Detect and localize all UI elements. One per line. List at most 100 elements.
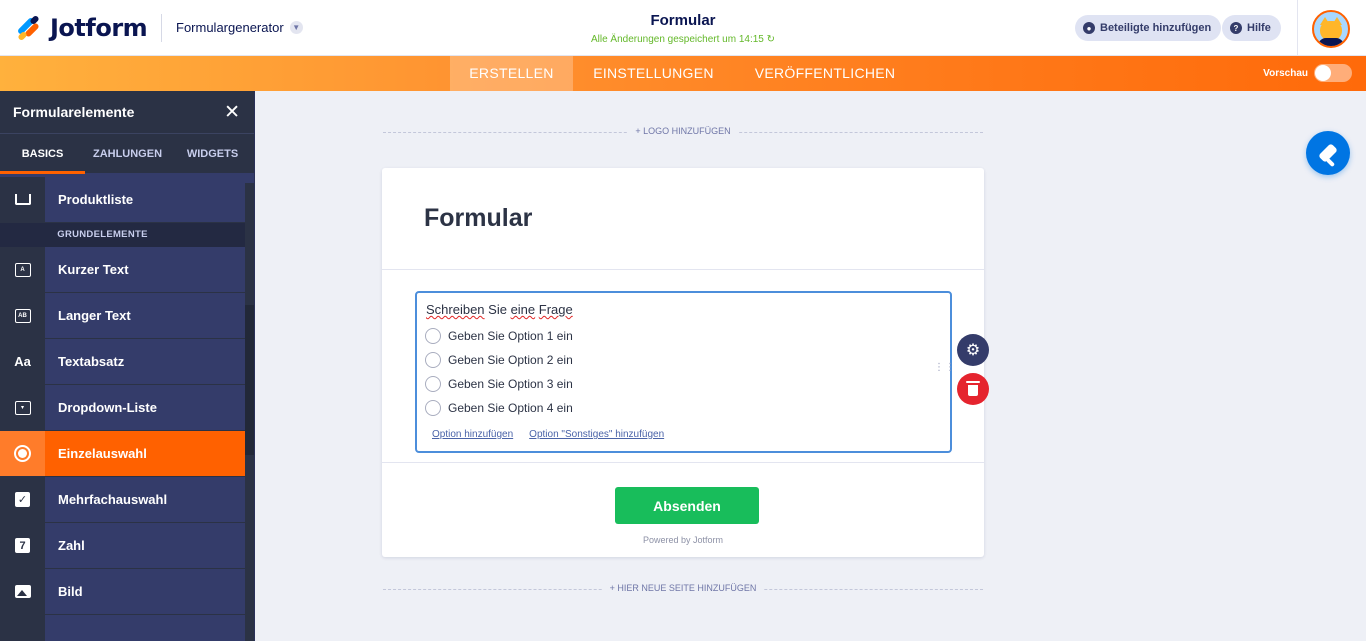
tab-basics[interactable]: BASICS (0, 134, 85, 174)
preview-toggle-area: Vorschau (1263, 64, 1352, 82)
panel-scrollbar[interactable] (245, 183, 254, 641)
divider (382, 462, 984, 463)
question-text[interactable]: Schreiben Sie eine Frage (426, 302, 573, 317)
form-card: Formular Schreiben Sie eine Frage Geben … (382, 168, 984, 557)
panel-tabs: BASICS ZAHLUNGEN WIDGETS (0, 133, 254, 174)
radio-option[interactable]: Geben Sie Option 3 ein (425, 376, 573, 392)
element-list: Produktliste GRUNDELEMENTE A Kurzer Text… (0, 177, 245, 641)
chevron-down-icon: ▼ (289, 21, 303, 34)
element-item-paragraph[interactable]: Aa Textabsatz (0, 339, 245, 385)
delete-button[interactable] (957, 373, 989, 405)
option-text[interactable]: Geben Sie Option 4 ein (448, 401, 573, 415)
element-label: Textabsatz (58, 354, 125, 369)
checkbox-icon: ✓ (15, 492, 30, 507)
tab-payments[interactable]: ZAHLUNGEN (85, 134, 170, 174)
option-links: Option hinzufügen Option "Sonstiges" hin… (432, 429, 664, 440)
paragraph-icon: Aa (14, 354, 31, 369)
refresh-icon: ↻ (766, 34, 776, 45)
short-text-icon: A (14, 262, 31, 277)
element-item-multiple-choice[interactable]: ✓ Mehrfachauswahl (0, 477, 245, 523)
radio-button[interactable] (425, 400, 441, 416)
element-item-long-text[interactable]: AB Langer Text (0, 293, 245, 339)
divider (161, 14, 162, 42)
number-icon: 7 (15, 538, 30, 553)
image-icon (14, 585, 31, 598)
brand-name: Jotform (50, 14, 148, 42)
preview-toggle[interactable] (1314, 64, 1352, 82)
element-label: Produktliste (58, 192, 134, 207)
panel-header: Formularelemente ✕ (0, 91, 254, 133)
element-label: Bild (58, 584, 83, 599)
element-item-dropdown[interactable]: ▾ Dropdown-Liste (0, 385, 245, 431)
long-text-icon: AB (14, 308, 31, 323)
add-page[interactable]: + HIER NEUE SEITE HINZUFÜGEN (383, 583, 983, 595)
tab-widgets[interactable]: WIDGETS (170, 134, 254, 174)
tab-publish[interactable]: VERÖFFENTLICHEN (734, 56, 916, 91)
help-label: Hilfe (1247, 22, 1271, 34)
generator-dropdown[interactable]: Formulargenerator ▼ (176, 20, 303, 35)
cart-icon (14, 194, 31, 205)
avatar[interactable] (1312, 10, 1350, 48)
jotform-logo-icon (16, 14, 42, 42)
section-heading: GRUNDELEMENTE (0, 223, 245, 247)
form-elements-panel: Formularelemente ✕ BASICS ZAHLUNGEN WIDG… (0, 91, 255, 641)
element-label: Kurzer Text (58, 262, 129, 277)
add-page-label: + HIER NEUE SEITE HINZUFÜGEN (601, 583, 765, 593)
form-heading[interactable]: Formular (424, 204, 532, 233)
save-status-text: Alle Änderungen gespeichert um 14:15 (590, 34, 764, 45)
invite-label: Beteiligte hinzufügen (1100, 22, 1212, 34)
element-item-single-choice[interactable]: Einzelauswahl (0, 431, 245, 477)
radio-option[interactable]: Geben Sie Option 4 ein (425, 400, 573, 416)
user-icon: ● (1083, 22, 1095, 34)
add-logo[interactable]: + LOGO HINZUFÜGEN (383, 126, 983, 138)
paint-roller-icon (1318, 143, 1338, 163)
element-label: Einzelauswahl (58, 446, 147, 461)
option-text[interactable]: Geben Sie Option 3 ein (448, 377, 573, 391)
element-label: Dropdown-Liste (58, 400, 157, 415)
tab-settings[interactable]: EINSTELLUNGEN (573, 56, 734, 91)
radio-button[interactable] (425, 352, 441, 368)
question-single-choice[interactable]: Schreiben Sie eine Frage Geben Sie Optio… (415, 291, 952, 453)
element-item-product-list[interactable]: Produktliste (0, 177, 245, 223)
radio-icon (14, 445, 31, 462)
form-designer-button[interactable] (1306, 131, 1350, 175)
element-label: Mehrfachauswahl (58, 492, 168, 507)
element-label: Zahl (58, 538, 85, 553)
generator-label: Formulargenerator (176, 20, 284, 35)
divider (382, 269, 984, 270)
close-icon[interactable]: ✕ (224, 101, 240, 124)
radio-option[interactable]: Geben Sie Option 2 ein (425, 352, 573, 368)
element-item-partial[interactable] (0, 615, 245, 641)
element-label: Langer Text (58, 308, 131, 323)
element-item-short-text[interactable]: A Kurzer Text (0, 247, 245, 293)
builder-nav: ERSTELLEN EINSTELLUNGEN VERÖFFENTLICHEN … (0, 56, 1366, 91)
dropdown-icon: ▾ (14, 400, 31, 415)
radio-button[interactable] (425, 328, 441, 344)
save-status: Alle Änderungen gespeichert um 14:15 ↻ (533, 34, 833, 45)
element-item-number[interactable]: 7 Zahl (0, 523, 245, 569)
help-icon: ? (1230, 22, 1242, 34)
gear-icon[interactable]: ⚙ (957, 334, 989, 366)
panel-title: Formularelemente (13, 104, 135, 120)
form-title-area: Formular Alle Änderungen gespeichert um … (533, 12, 833, 45)
invite-button[interactable]: ● Beteiligte hinzufügen (1075, 15, 1222, 41)
submit-button[interactable]: Absenden (615, 487, 759, 524)
add-logo-label: + LOGO HINZUFÜGEN (627, 126, 739, 136)
add-other-option-link[interactable]: Option "Sonstiges" hinzufügen (529, 429, 664, 440)
help-button[interactable]: ? Hilfe (1222, 15, 1281, 41)
drag-handle-icon[interactable]: ⋮⋮ (934, 363, 955, 381)
form-title[interactable]: Formular (533, 12, 833, 29)
preview-label: Vorschau (1263, 67, 1308, 79)
powered-by[interactable]: Powered by Jotform (382, 535, 984, 545)
jotform-logo[interactable]: Jotform (16, 14, 148, 42)
radio-option[interactable]: Geben Sie Option 1 ein (425, 328, 573, 344)
option-text[interactable]: Geben Sie Option 2 ein (448, 353, 573, 367)
radio-button[interactable] (425, 376, 441, 392)
element-item-image[interactable]: Bild (0, 569, 245, 615)
tab-build[interactable]: ERSTELLEN (450, 56, 573, 91)
option-text[interactable]: Geben Sie Option 1 ein (448, 329, 573, 343)
top-header: Jotform Formulargenerator ▼ Formular All… (0, 0, 1366, 56)
add-option-link[interactable]: Option hinzufügen (432, 429, 513, 440)
divider (1297, 0, 1298, 56)
trash-icon (966, 381, 980, 396)
